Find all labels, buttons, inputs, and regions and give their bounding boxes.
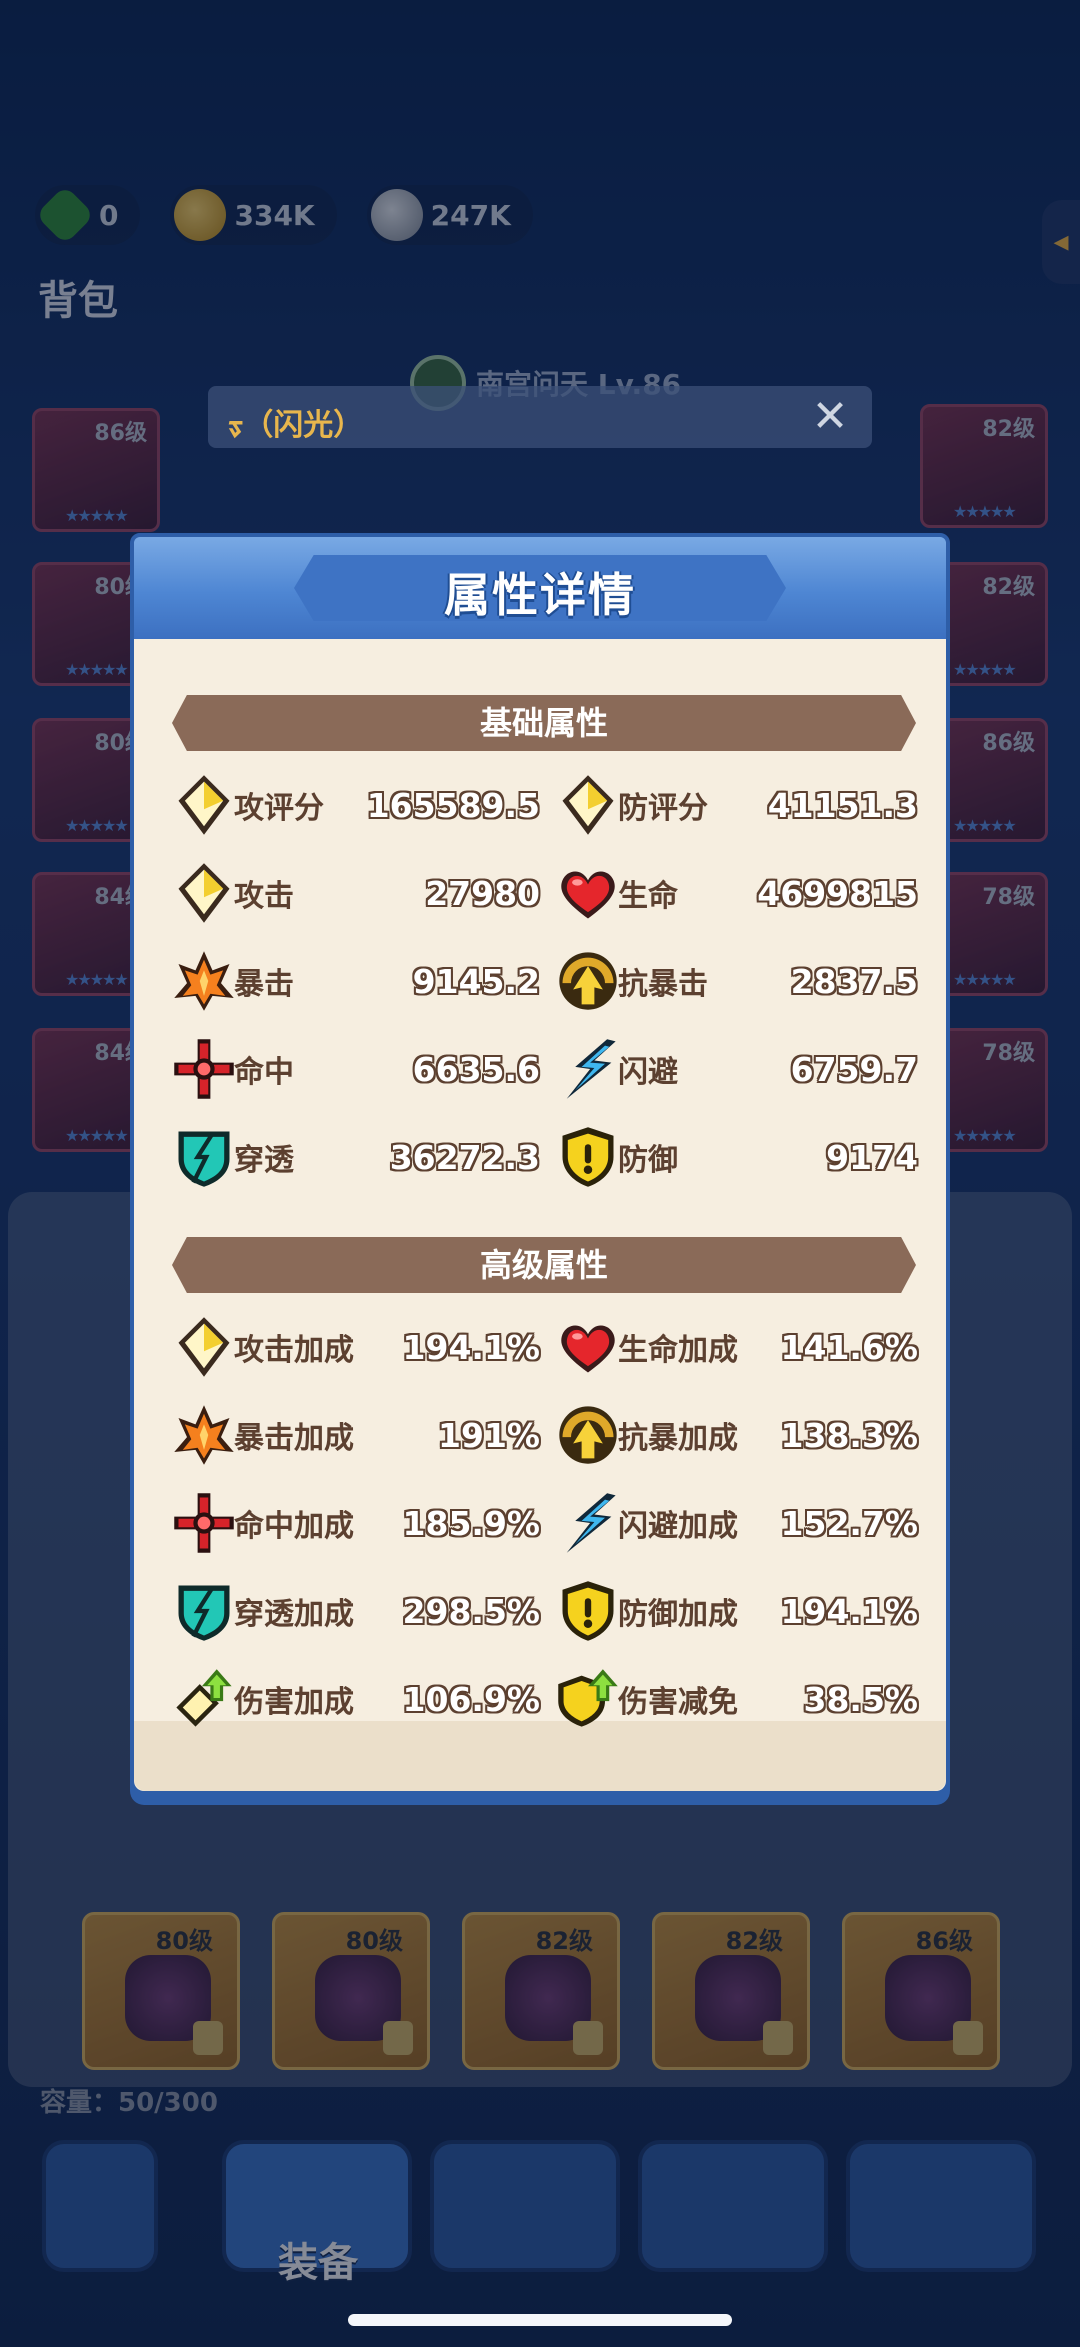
stat-value: 138.3% (780, 1415, 918, 1455)
defense-score-icon (554, 771, 622, 839)
dodge-icon (554, 1489, 622, 1557)
stat-value: 165589.5 (366, 785, 540, 825)
stat-1: 攻评分 165589.5 (170, 769, 540, 841)
heart-icon (554, 859, 622, 927)
stat-4: 抗暴加成 138.3% (554, 1399, 918, 1471)
modal-body: 基础属性 攻评分 165589.5 防评分 41151.3 攻击 27980 生命 46998… (130, 639, 950, 1795)
stat-label: 抗暴加成 (618, 1421, 738, 1456)
stat-label: 闪避 (618, 1055, 678, 1090)
stat-label: 抗暴击 (618, 967, 708, 1002)
stat-value: 9174 (826, 1137, 918, 1177)
stat-label: 命中 (234, 1055, 294, 1090)
stat-6: 抗暴击 2837.5 (554, 945, 918, 1017)
modal-title: 属性详情 (444, 568, 636, 622)
stat-label: 伤害减免 (618, 1685, 738, 1720)
stat-8: 闪避 6759.7 (554, 1033, 918, 1105)
dodge-icon (554, 1035, 622, 1103)
damage-up-icon (170, 1665, 238, 1733)
crosshair-icon (170, 1489, 238, 1557)
attack-score-icon (170, 771, 238, 839)
stat-label: 攻击 (234, 879, 294, 914)
stat-label: 命中加成 (234, 1509, 354, 1544)
heart-icon (554, 1313, 622, 1381)
stat-label: 暴击加成 (234, 1421, 354, 1456)
damage-reduce-icon (554, 1665, 622, 1733)
stat-value: 41151.3 (767, 785, 918, 825)
penetrate-icon (170, 1577, 238, 1645)
stat-label: 攻击加成 (234, 1333, 354, 1368)
stat-label: 防评分 (618, 791, 708, 826)
basic-attributes-header: 基础属性 (172, 695, 916, 751)
close-icon[interactable]: ✕ (808, 395, 852, 439)
stat-label: 穿透 (234, 1143, 294, 1178)
stat-label: 穿透加成 (234, 1597, 354, 1632)
penetrate-icon (170, 1123, 238, 1191)
stat-5: 命中加成 185.9% (170, 1487, 540, 1559)
stat-label: 生命加成 (618, 1333, 738, 1368)
advanced-attributes-header: 高级属性 (172, 1237, 916, 1293)
stat-6: 闪避加成 152.7% (554, 1487, 918, 1559)
anti-crit-icon (554, 1401, 622, 1469)
stat-value: 152.7% (780, 1503, 918, 1543)
stat-value: 9145.2 (412, 961, 540, 1001)
stat-value: 194.1% (402, 1327, 540, 1367)
search-text: ᢌ（闪光） (228, 407, 364, 443)
stat-value: 36272.3 (389, 1137, 540, 1177)
shield-icon (554, 1123, 622, 1191)
attack-icon (170, 1313, 238, 1381)
stat-value: 2837.5 (790, 961, 918, 1001)
stat-9: 穿透 36272.3 (170, 1121, 540, 1193)
attribute-details-modal: 属性详情 基础属性 攻评分 165589.5 防评分 41151.3 攻击 27980 生命… (130, 533, 950, 1795)
stat-3: 攻击 27980 (170, 857, 540, 929)
stat-value: 141.6% (780, 1327, 918, 1367)
stat-label: 闪避加成 (618, 1509, 738, 1544)
crit-icon (170, 1401, 238, 1469)
stat-10: 防御 9174 (554, 1121, 918, 1193)
stat-10: 伤害减免 38.5% (554, 1663, 918, 1735)
attack-icon (170, 859, 238, 927)
stat-label: 生命 (618, 879, 678, 914)
stat-9: 伤害加成 106.9% (170, 1663, 540, 1735)
modal-header: 属性详情 (130, 533, 950, 643)
stat-value: 106.9% (402, 1679, 540, 1719)
anti-crit-icon (554, 947, 622, 1015)
stat-5: 暴击 9145.2 (170, 945, 540, 1017)
stat-label: 暴击 (234, 967, 294, 1002)
shield-icon (554, 1577, 622, 1645)
stat-value: 298.5% (402, 1591, 540, 1631)
stat-value: 191% (438, 1415, 540, 1455)
stat-1: 攻击加成 194.1% (170, 1311, 540, 1383)
stat-3: 暴击加成 191% (170, 1399, 540, 1471)
stat-label: 伤害加成 (234, 1685, 354, 1720)
stat-2: 生命加成 141.6% (554, 1311, 918, 1383)
home-indicator[interactable] (348, 2314, 732, 2326)
stat-8: 防御加成 194.1% (554, 1575, 918, 1647)
stat-7: 穿透加成 298.5% (170, 1575, 540, 1647)
stat-label: 防御 (618, 1143, 678, 1178)
stat-label: 防御加成 (618, 1597, 738, 1632)
stat-value: 6759.7 (790, 1049, 918, 1089)
stat-label: 攻评分 (234, 791, 324, 826)
stat-value: 27980 (425, 873, 540, 913)
stat-value: 38.5% (803, 1679, 919, 1719)
stat-value: 6635.6 (412, 1049, 540, 1089)
stat-7: 命中 6635.6 (170, 1033, 540, 1105)
stat-value: 4699815 (757, 873, 918, 913)
stat-4: 生命 4699815 (554, 857, 918, 929)
search-bar[interactable]: ᢌ（闪光） ✕ (208, 386, 872, 448)
crosshair-icon (170, 1035, 238, 1103)
stat-value: 194.1% (780, 1591, 918, 1631)
crit-icon (170, 947, 238, 1015)
stat-2: 防评分 41151.3 (554, 769, 918, 841)
stat-value: 185.9% (402, 1503, 540, 1543)
